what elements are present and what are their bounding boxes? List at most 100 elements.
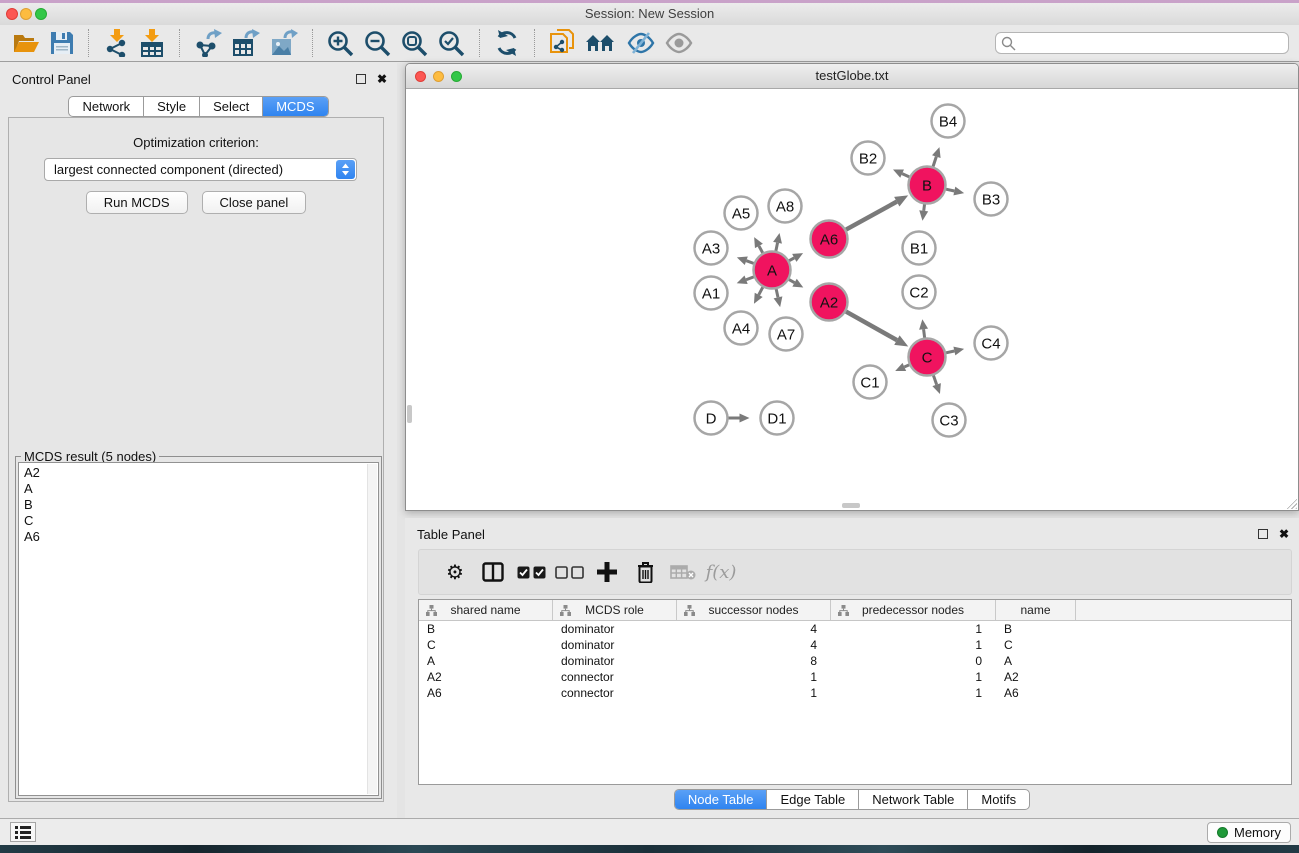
graph-edge-A-A2[interactable] [789,280,795,283]
new-network-from-selection-icon[interactable] [549,27,575,59]
import-network-icon[interactable] [103,27,129,59]
graph-edge-A-A7[interactable] [776,289,778,297]
table-cell: dominator [553,654,677,668]
column-header-MCDS-role[interactable]: MCDS role [553,600,677,620]
close-panel-icon[interactable]: ✖ [377,72,387,86]
network-window-titlebar[interactable]: testGlobe.txt [406,64,1298,89]
graph-edge-A-A6[interactable] [789,258,794,261]
main-titlebar[interactable]: Session: New Session [0,3,1299,25]
graph-edge-A-A1[interactable] [746,277,754,280]
graph-node-label: A3 [702,240,720,257]
zoom-traffic-light[interactable] [35,8,47,20]
graph-edge-B-B3[interactable] [946,189,954,191]
table-tab-motifs[interactable]: Motifs [967,790,1029,809]
search-input[interactable] [1020,34,1284,52]
network-view-window: testGlobe.txt B4B2BB3B1A5A8A6A3AA1A2C2A4… [405,63,1299,511]
float-table-panel-icon[interactable] [1258,529,1268,539]
hierarchy-icon [684,605,695,616]
table-settings-icon[interactable]: ⚙ [436,556,474,588]
result-list-item[interactable]: A [24,481,373,497]
open-session-icon[interactable] [13,27,40,59]
mcds-result-list[interactable]: A2ABCA6 [18,462,379,796]
zoom-in-icon[interactable] [327,27,354,59]
control-tab-mcds[interactable]: MCDS [262,97,327,116]
export-network-icon[interactable] [194,27,222,59]
table-cell: A [996,654,1076,668]
select-all-checkboxes-icon[interactable] [512,556,550,588]
graph-edge-arrowhead [737,256,748,264]
table-cell: 0 [831,654,996,668]
graph-edge-A6-B[interactable] [846,202,897,230]
graph-edge-B-B4[interactable] [933,157,936,167]
graph-edge-C-C4[interactable] [946,351,954,353]
graph-edge-A2-C[interactable] [846,312,897,341]
graph-node-label: D [706,410,717,427]
table-row[interactable]: A2connector11A2 [419,669,1291,685]
table-row[interactable]: Cdominator41C [419,637,1291,653]
float-panel-icon[interactable] [356,74,366,84]
result-list-item[interactable]: C [24,513,373,529]
split-view-icon[interactable] [474,556,512,588]
network-vertical-scrollbar[interactable] [407,405,412,423]
graph-edge-arrowhead [932,383,940,394]
close-table-panel-icon[interactable]: ✖ [1279,527,1289,541]
graph-edge-A-A4[interactable] [759,287,763,295]
first-neighbors-icon[interactable] [585,27,617,59]
hide-selected-eye-icon[interactable] [627,27,655,59]
graph-edge-C-C1[interactable] [904,365,909,367]
result-list-item[interactable]: A2 [24,465,373,481]
network-close-traffic-light[interactable] [415,71,426,82]
table-tab-node-table[interactable]: Node Table [675,790,767,809]
table-cell: A6 [996,686,1076,700]
network-zoom-traffic-light[interactable] [451,71,462,82]
network-canvas[interactable]: B4B2BB3B1A5A8A6A3AA1A2C2A4A7C4CC1C3DD1 [406,89,1298,510]
deselect-all-checkboxes-icon[interactable] [550,556,588,588]
optimization-criterion-dropdown[interactable]: largest connected component (directed) [44,158,357,181]
table-tab-network-table[interactable]: Network Table [858,790,967,809]
table-row[interactable]: Bdominator41B [419,621,1291,637]
task-history-button[interactable] [10,822,36,842]
graph-edge-arrowhead [953,187,964,196]
graph-node-label: B [922,177,932,194]
status-bar: Memory [0,818,1299,845]
delete-column-icon[interactable] [626,556,664,588]
network-horizontal-scrollbar[interactable] [842,503,860,508]
result-list-item[interactable]: A6 [24,529,373,545]
memory-status-icon [1217,827,1228,838]
close-panel-button[interactable]: Close panel [202,191,307,214]
zoom-out-icon[interactable] [364,27,391,59]
graph-edge-C-C2[interactable] [924,329,925,337]
apply-layout-icon[interactable] [494,27,520,59]
graph-edge-A-A8[interactable] [776,243,778,251]
zoom-selected-icon[interactable] [438,27,465,59]
column-header-name[interactable]: name [996,600,1076,620]
save-session-icon[interactable] [50,27,74,59]
graph-edge-A-A5[interactable] [759,246,763,253]
run-mcds-button[interactable]: Run MCDS [86,191,188,214]
table-row[interactable]: Adominator80A [419,653,1291,669]
close-traffic-light[interactable] [6,8,18,20]
import-table-icon[interactable] [139,27,165,59]
column-header-predecessor-nodes[interactable]: predecessor nodes [831,600,996,620]
graph-edge-B-B1[interactable] [924,204,925,210]
graph-edge-B-B2[interactable] [902,174,909,177]
network-minimize-traffic-light[interactable] [433,71,444,82]
add-column-icon[interactable] [588,556,626,588]
result-list-scrollbar[interactable] [367,464,377,794]
table-row[interactable]: A6connector11A6 [419,685,1291,701]
column-header-shared-name[interactable]: shared name [419,600,553,620]
control-tab-style[interactable]: Style [143,97,199,116]
graph-edge-C-C3[interactable] [933,375,936,384]
export-image-icon[interactable] [270,27,298,59]
dropdown-selected-value: largest connected component (directed) [54,162,283,177]
column-header-successor-nodes[interactable]: successor nodes [677,600,831,620]
control-tab-network[interactable]: Network [69,97,143,116]
control-tab-select[interactable]: Select [199,97,262,116]
graph-edge-A-A3[interactable] [746,261,753,264]
export-table-icon[interactable] [232,27,260,59]
table-tab-edge-table[interactable]: Edge Table [766,790,858,809]
result-list-item[interactable]: B [24,497,373,513]
minimize-traffic-light[interactable] [20,8,32,20]
memory-button[interactable]: Memory [1207,822,1291,843]
zoom-fit-icon[interactable] [401,27,428,59]
